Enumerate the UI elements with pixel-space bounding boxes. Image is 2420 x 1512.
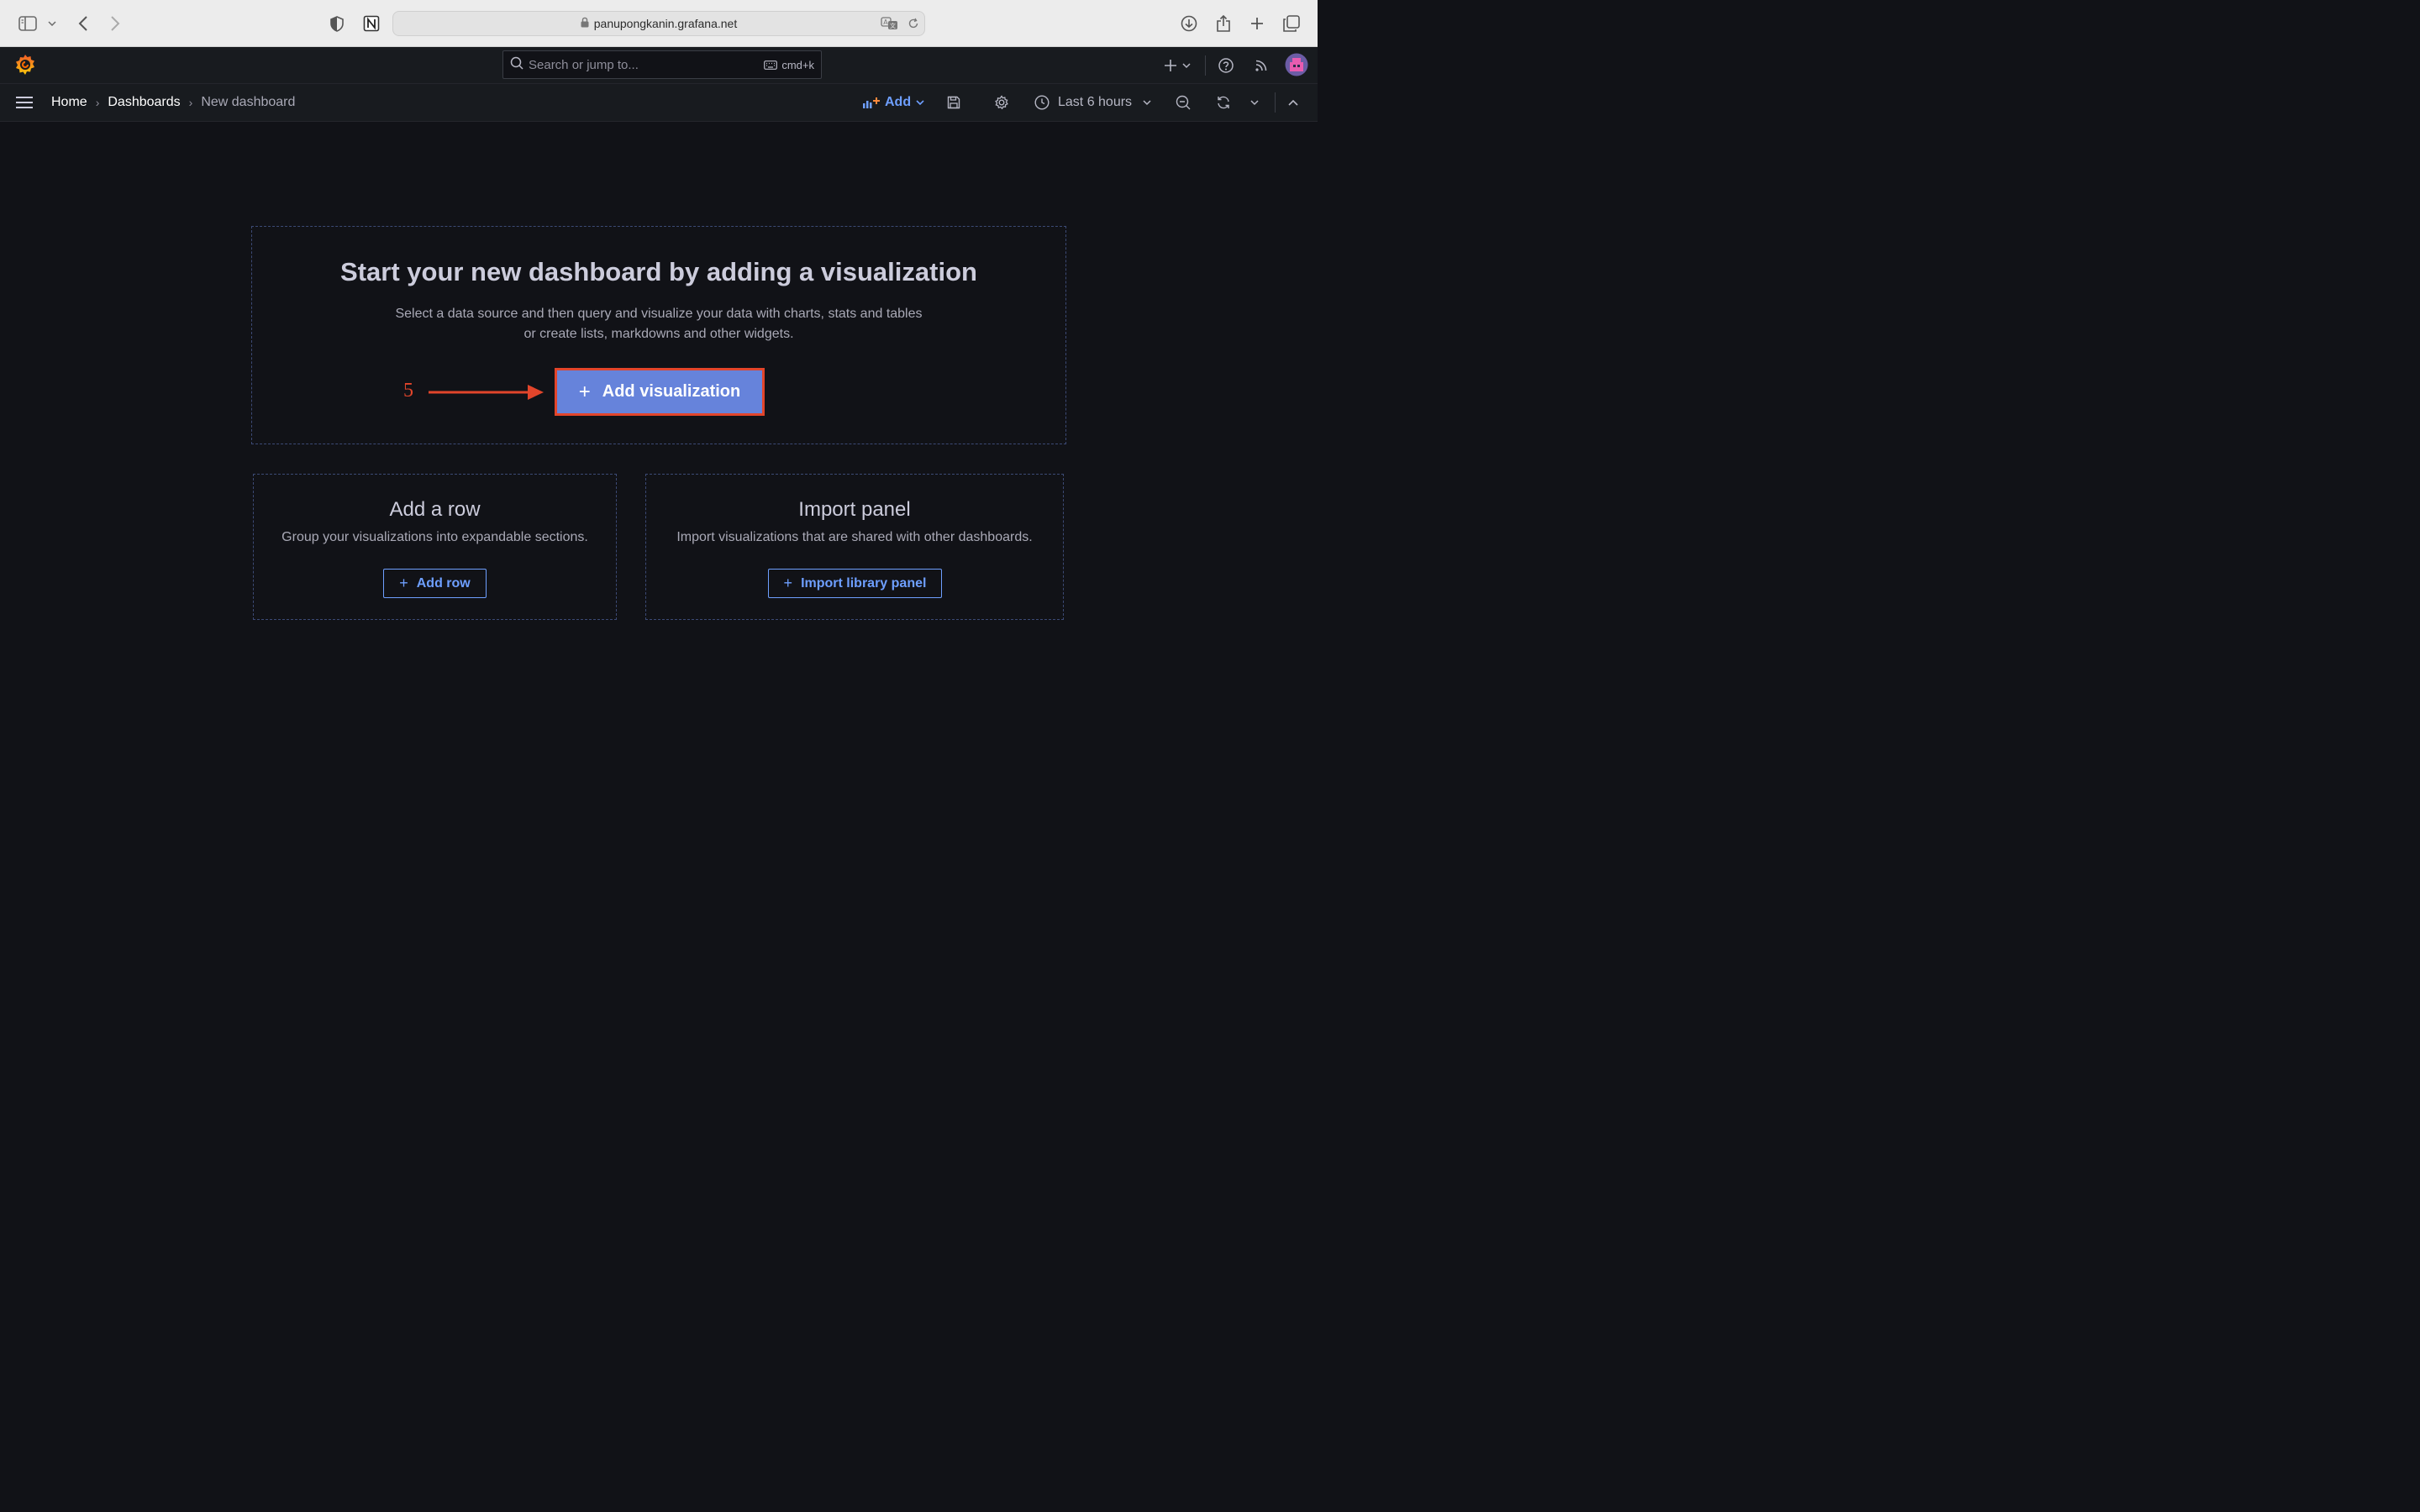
chevron-up-icon[interactable]: [1287, 91, 1301, 114]
empty-dashboard-title: Start your new dashboard by adding a vis…: [340, 257, 977, 286]
description-line-1: Select a data source and then query and …: [395, 307, 923, 321]
breadcrumb-home[interactable]: Home: [51, 95, 87, 110]
browser-toolbar: panupongkanin.grafana.net A文: [0, 0, 1318, 47]
url-text: panupongkanin.grafana.net: [593, 17, 738, 30]
plus-icon: +: [578, 380, 591, 403]
add-panel-icon: [863, 97, 880, 108]
hamburger-icon[interactable]: [15, 91, 37, 114]
chevron-down-icon: [916, 100, 924, 106]
search-input[interactable]: Search or jump to... cmd+k: [502, 50, 822, 79]
tabs-icon[interactable]: [1281, 12, 1302, 35]
search-icon: [510, 56, 523, 73]
breadcrumb-current: New dashboard: [201, 95, 296, 109]
empty-dashboard-description: Select a data source and then query and …: [252, 304, 1065, 344]
add-label: Add: [885, 95, 912, 109]
import-panel-card: Import panel Import visualizations that …: [645, 474, 1064, 620]
dashboard-toolbar: Home › Dashboards › New dashboard Add La…: [0, 84, 1318, 122]
plus-icon: +: [399, 575, 408, 591]
grafana-logo-icon[interactable]: [13, 52, 37, 77]
refresh-icon[interactable]: [1216, 91, 1233, 114]
add-row-card: Add a row Group your visualizations into…: [253, 474, 617, 620]
sidebar-icon[interactable]: [17, 12, 39, 35]
annotation-step-number: 5: [403, 380, 413, 402]
clock-icon: [1034, 95, 1050, 110]
breadcrumb-dashboards[interactable]: Dashboards: [108, 95, 180, 110]
import-library-panel-label: Import library panel: [801, 575, 927, 591]
rss-icon[interactable]: [1252, 54, 1270, 77]
divider: [1275, 92, 1276, 113]
chevron-right-icon: ›: [188, 96, 193, 109]
help-icon[interactable]: [1217, 54, 1235, 77]
breadcrumb: Home › Dashboards › New dashboard: [51, 84, 295, 121]
avatar[interactable]: [1285, 53, 1308, 76]
chevron-down-icon: [1181, 63, 1191, 69]
reload-icon[interactable]: [908, 12, 919, 35]
divider: [1205, 55, 1206, 76]
notion-icon[interactable]: [361, 12, 381, 35]
keyboard-shortcut: cmd+k: [764, 59, 814, 71]
empty-dashboard-panel: Start your new dashboard by adding a vis…: [251, 226, 1066, 444]
import-panel-title: Import panel: [798, 498, 911, 521]
address-bar[interactable]: panupongkanin.grafana.net A文: [392, 11, 925, 36]
add-row-label: Add row: [416, 575, 471, 591]
share-icon[interactable]: [1213, 12, 1234, 35]
keyboard-icon: [764, 60, 778, 70]
forward-icon[interactable]: [106, 12, 124, 35]
translate-icon[interactable]: A文: [881, 12, 899, 35]
time-range-label: Last 6 hours: [1058, 95, 1133, 109]
add-row-description: Group your visualizations into expandabl…: [281, 530, 588, 544]
lock-icon: [581, 17, 589, 30]
description-line-2: or create lists, markdowns and other wid…: [523, 327, 794, 341]
time-range-picker[interactable]: Last 6 hours: [1034, 91, 1152, 114]
annotation-arrow-icon: [429, 385, 544, 400]
add-visualization-label: Add visualization: [602, 382, 741, 401]
new-tab-icon[interactable]: [1247, 12, 1267, 35]
svg-text:文: 文: [890, 22, 896, 29]
refresh-interval-chevron-down-icon[interactable]: [1249, 91, 1261, 114]
import-panel-description: Import visualizations that are shared wi…: [676, 530, 1033, 544]
plus-icon: [1164, 60, 1176, 71]
new-menu-button[interactable]: [1161, 54, 1193, 77]
add-row-title: Add a row: [389, 498, 481, 521]
chevron-down-icon[interactable]: [46, 12, 58, 35]
zoom-out-icon[interactable]: [1176, 91, 1192, 114]
grafana-top-nav: Search or jump to... cmd+k: [0, 47, 1318, 84]
add-menu-button[interactable]: Add: [862, 91, 925, 114]
shield-icon[interactable]: [328, 12, 346, 35]
plus-icon: +: [783, 575, 793, 591]
chevron-right-icon: ›: [95, 96, 100, 109]
import-library-panel-button[interactable]: + Import library panel: [768, 569, 942, 598]
back-icon[interactable]: [74, 12, 92, 35]
add-visualization-button[interactable]: + Add visualization: [555, 368, 765, 416]
chevron-down-icon: [1143, 100, 1151, 106]
save-icon[interactable]: [947, 91, 964, 114]
add-row-button[interactable]: + Add row: [383, 569, 487, 598]
gear-icon[interactable]: [994, 91, 1011, 114]
shortcut-label: cmd+k: [781, 58, 814, 71]
svg-text:A: A: [883, 18, 888, 26]
search-placeholder: Search or jump to...: [529, 57, 639, 72]
download-icon[interactable]: [1178, 12, 1200, 35]
